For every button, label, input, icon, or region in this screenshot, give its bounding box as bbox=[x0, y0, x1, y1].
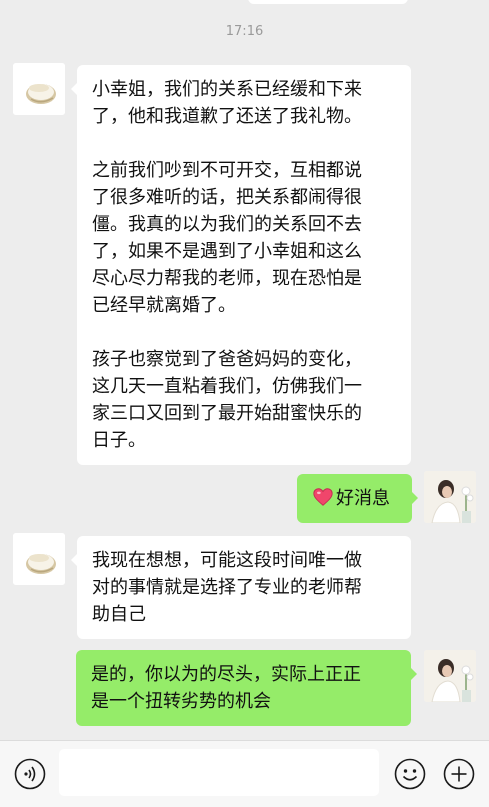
timestamp: 17:16 bbox=[225, 24, 264, 39]
emoji-button[interactable] bbox=[394, 758, 426, 790]
message-text: 我现在想想，可能这段时间唯一做 对的事情就是选择了专业的老师帮 助自己 bbox=[92, 550, 362, 625]
input-bar bbox=[0, 740, 489, 807]
heart-icon bbox=[313, 488, 333, 506]
coconut-avatar-icon bbox=[13, 63, 65, 115]
message-input[interactable] bbox=[59, 749, 379, 796]
message-text: 是的，你以为的尽头，实际上正正 是一个扭转劣势的机会 bbox=[91, 664, 361, 712]
contact-avatar[interactable] bbox=[13, 533, 65, 585]
chat-area[interactable]: 17:16 小幸姐，我们的关系已经缓和下来 了，他和我道歉了还送了我礼物。 之前… bbox=[0, 0, 489, 740]
message-bubble-outgoing-2[interactable]: 是的，你以为的尽头，实际上正正 是一个扭转劣势的机会 bbox=[76, 650, 417, 726]
voice-button[interactable] bbox=[14, 758, 46, 790]
plus-icon bbox=[443, 758, 475, 790]
voice-icon bbox=[14, 758, 46, 790]
previous-message-bubble[interactable] bbox=[248, 0, 408, 4]
woman-photo-avatar-icon bbox=[424, 650, 476, 702]
my-avatar[interactable] bbox=[424, 471, 476, 523]
message-paragraph: 孩子也察觉到了爸爸妈妈的变化， 这几天一直粘着我们，仿佛我们一 家三口又回到了最… bbox=[92, 349, 362, 451]
message-paragraph: 之前我们吵到不可开交，互相都说 了很多难听的话，把关系都闹得很 僵。我真的以为我… bbox=[92, 160, 362, 316]
my-avatar[interactable] bbox=[424, 650, 476, 702]
coconut-avatar-icon bbox=[13, 533, 65, 585]
woman-photo-avatar-icon bbox=[424, 471, 476, 523]
more-button[interactable] bbox=[443, 758, 475, 790]
contact-avatar[interactable] bbox=[13, 63, 65, 115]
message-text: 好消息 bbox=[336, 488, 390, 509]
message-paragraph: 小幸姐，我们的关系已经缓和下来 了，他和我道歉了还送了我礼物。 bbox=[92, 79, 362, 127]
emoji-icon bbox=[394, 758, 426, 790]
message-bubble-incoming-1[interactable]: 小幸姐，我们的关系已经缓和下来 了，他和我道歉了还送了我礼物。 之前我们吵到不可… bbox=[71, 65, 411, 465]
message-bubble-incoming-2[interactable]: 我现在想想，可能这段时间唯一做 对的事情就是选择了专业的老师帮 助自己 bbox=[71, 536, 411, 639]
message-bubble-outgoing-1[interactable]: 好消息 bbox=[297, 474, 418, 523]
